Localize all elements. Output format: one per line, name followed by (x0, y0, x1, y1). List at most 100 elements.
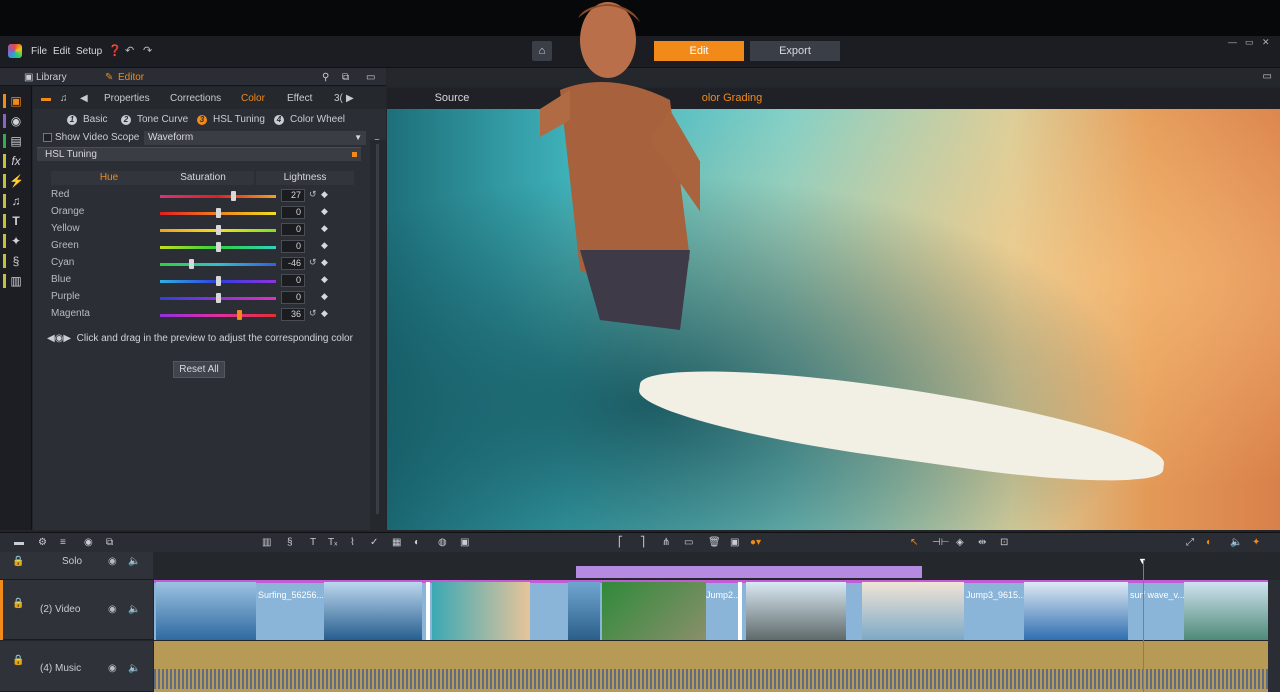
menu-file[interactable]: File (31, 46, 47, 57)
mode-tone-curve[interactable]: 2 Tone Curve (121, 114, 188, 125)
value-field[interactable]: 0 (281, 274, 305, 287)
slider-knob[interactable] (216, 293, 221, 303)
keyframe-icon[interactable]: ◆ (321, 206, 328, 217)
transition-handle[interactable] (738, 582, 742, 640)
help-icon[interactable]: ❓ (108, 44, 122, 57)
editor-tab[interactable]: Editor (118, 72, 144, 83)
audio-icon[interactable]: 🔈 (1230, 537, 1242, 548)
slip-icon[interactable]: ⇹ (978, 537, 986, 548)
menu-edit[interactable]: Edit (53, 46, 70, 57)
music-note-icon[interactable]: ♫ (60, 93, 68, 104)
lock-icon[interactable]: 🔒 (12, 655, 24, 666)
clip-thumbnail[interactable] (602, 582, 706, 640)
library-tab[interactable]: Library (36, 72, 67, 83)
tab-hue[interactable]: Hue (51, 171, 167, 185)
slider-track[interactable] (160, 195, 276, 198)
slider-knob[interactable] (216, 242, 221, 252)
tab-corrections[interactable]: Corrections (170, 93, 221, 104)
render-range-bar[interactable] (576, 566, 922, 578)
show-scope-checkbox[interactable] (43, 133, 52, 142)
crop-icon[interactable]: ⊡ (1000, 537, 1008, 548)
panel-scrollbar[interactable] (370, 140, 386, 530)
keyframe-icon[interactable]: § (287, 537, 293, 548)
clip-thumbnail[interactable] (746, 582, 846, 640)
reset-all-button[interactable]: Reset All (173, 361, 225, 378)
timeline-view-icon[interactable]: ▬ (14, 537, 24, 548)
layout-icon[interactable]: ▭ (366, 72, 375, 83)
tab-color[interactable]: Color (241, 93, 265, 104)
close-icon[interactable]: ✕ (1262, 37, 1270, 48)
video-icon[interactable]: ▬ (41, 93, 51, 104)
float-icon[interactable]: ⧉ (342, 72, 349, 83)
export-mode-tab[interactable]: Export (750, 41, 840, 61)
fx-icon[interactable]: fx (9, 154, 23, 168)
tab-saturation[interactable]: Saturation (152, 171, 254, 185)
scroll-left-icon[interactable]: ◀ (80, 93, 88, 104)
eye-icon[interactable]: ◉ (108, 663, 117, 674)
music-track[interactable] (154, 641, 1269, 692)
keyframe-icon[interactable]: ◆ (321, 274, 328, 285)
eye-icon[interactable]: ◉ (108, 604, 117, 615)
split-icon[interactable]: ⋔ (662, 537, 670, 548)
markers-icon[interactable]: ⌇ (350, 537, 355, 548)
color-icon[interactable]: ◐ (414, 537, 420, 548)
value-field[interactable]: 0 (281, 223, 305, 236)
image-icon[interactable]: ▣ (460, 537, 469, 548)
tab-properties[interactable]: Properties (104, 93, 150, 104)
microphone-icon[interactable]: ●▾ (750, 537, 761, 548)
mark-out-icon[interactable]: ⎤ (640, 537, 645, 548)
redo-icon[interactable]: ↷ (143, 44, 152, 57)
eye-icon[interactable]: ◉ (108, 556, 117, 567)
media-icon[interactable]: ▣ (9, 94, 23, 108)
audio-icon[interactable]: ♫ (9, 194, 23, 208)
tools-icon[interactable]: § (9, 254, 23, 268)
keyframe-icon[interactable]: ◆ (321, 291, 328, 302)
tab-lightness[interactable]: Lightness (256, 171, 354, 185)
keyframe-icon[interactable]: ◆ (321, 189, 328, 200)
tab-3d[interactable]: 3( (334, 93, 343, 104)
slider-knob[interactable] (216, 208, 221, 218)
video-track[interactable]: Surfing_56256... Jump2... Jump3_9615... … (154, 580, 1269, 640)
speaker-icon[interactable]: 🔈 (128, 663, 140, 674)
slider-knob[interactable] (216, 276, 221, 286)
playhead[interactable] (1143, 560, 1144, 692)
keyframe-icon[interactable]: ◆ (321, 223, 328, 234)
text-tool-icon[interactable]: Tₓ (328, 537, 337, 548)
trim-icon[interactable]: ⊣⊢ (932, 537, 949, 548)
reset-icon[interactable]: ↺ (309, 308, 317, 319)
slider-track[interactable] (160, 314, 276, 317)
slider-knob[interactable] (236, 310, 242, 320)
menu-setup[interactable]: Setup (76, 46, 102, 57)
tab-source[interactable]: Source (387, 88, 517, 109)
hsl-section-header[interactable]: HSL Tuning (37, 147, 361, 161)
slider-knob[interactable] (189, 259, 195, 269)
overlay-toggle-icon[interactable]: ⧉ (106, 537, 113, 548)
delete-icon[interactable]: 🗑 (708, 537, 721, 548)
mode-color-wheel[interactable]: 4 Color Wheel (274, 114, 345, 125)
clip-thumbnail[interactable] (324, 582, 422, 640)
value-field[interactable]: 0 (281, 206, 305, 219)
slider-knob[interactable] (231, 191, 237, 201)
settings-icon[interactable]: ⚙ (38, 537, 47, 548)
zoom-icon[interactable]: ⤢ (1186, 537, 1194, 548)
value-field[interactable]: 0 (281, 240, 305, 253)
keyframe-icon[interactable]: ◆ (321, 240, 328, 251)
ripple-icon[interactable]: ◈ (956, 537, 964, 548)
reset-icon[interactable]: ↺ (309, 257, 317, 268)
transition-handle[interactable] (426, 582, 430, 640)
tab-effect[interactable]: Effect (287, 93, 312, 104)
clip-thumbnail[interactable] (1184, 582, 1268, 640)
speaker-icon[interactable]: 🔈 (128, 556, 140, 567)
value-field[interactable]: -46 (281, 257, 305, 270)
toggle-icon[interactable]: ◐ (1206, 537, 1212, 548)
scroll-right-icon[interactable]: ▶ (346, 93, 354, 104)
overlay-icon[interactable]: ▤ (9, 134, 23, 148)
scrollbar-track[interactable] (376, 144, 379, 514)
reset-icon[interactable]: ↺ (309, 189, 317, 200)
lock-icon[interactable]: 🔒 (12, 598, 24, 609)
eyedropper-icon[interactable]: ◀◉▶ (47, 333, 71, 344)
title-icon[interactable]: T (9, 214, 23, 228)
audio-mixer-icon[interactable]: ▥ (262, 537, 271, 548)
value-field[interactable]: 36 (281, 308, 305, 321)
motion-icon[interactable]: ⚡ (9, 174, 24, 188)
